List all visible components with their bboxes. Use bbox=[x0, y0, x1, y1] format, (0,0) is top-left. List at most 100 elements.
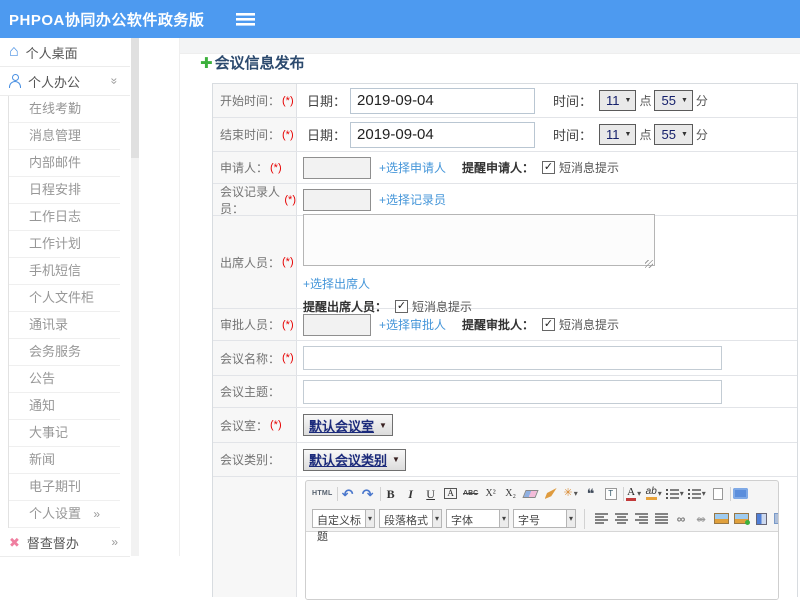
choose-applicant-link[interactable]: +选择申请人 bbox=[379, 159, 446, 176]
redo-icon[interactable]: ↷ bbox=[359, 484, 377, 504]
autotypeset-icon[interactable]: ✳ bbox=[562, 484, 580, 504]
sidebar-item-personal-cabinet[interactable]: 个人文件柜 bbox=[9, 285, 120, 312]
sidebar-item-mobile-sms[interactable]: 手机短信 bbox=[9, 258, 120, 285]
sidebar-item-news[interactable]: 新闻 bbox=[9, 447, 120, 474]
ordered-list-icon[interactable] bbox=[665, 484, 685, 504]
font-family-select[interactable]: 字体 bbox=[446, 509, 509, 528]
sidebar-item-supervision[interactable]: ✖ 督查督办 » bbox=[0, 528, 130, 557]
custom-title-select[interactable]: 自定义标题 bbox=[312, 509, 375, 528]
approver-label: 审批人员： bbox=[220, 316, 280, 333]
sidebar-scrollbar-thumb[interactable] bbox=[131, 38, 139, 158]
align-right-icon[interactable] bbox=[632, 509, 650, 529]
attendees-textarea[interactable] bbox=[303, 214, 655, 266]
underline-icon[interactable]: U bbox=[422, 484, 440, 504]
sidebar-item-work-log[interactable]: 工作日志 bbox=[9, 204, 120, 231]
font-size-select[interactable]: 字号 bbox=[513, 509, 576, 528]
hamburger-icon[interactable] bbox=[236, 13, 255, 26]
recorder-input[interactable] bbox=[303, 189, 371, 211]
required-mark: (*) bbox=[270, 419, 282, 431]
row-meeting-topic: 会议主题： bbox=[213, 376, 797, 408]
main-content: ✚ 会议信息发布 开始时间： (*) 日期： 时间： 11 点 55 分 bbox=[180, 38, 800, 556]
bold-icon[interactable]: B bbox=[382, 484, 400, 504]
sidebar-item-online-attendance[interactable]: 在线考勤 bbox=[9, 96, 120, 123]
font-border-icon[interactable]: A bbox=[442, 484, 460, 504]
sidebar-item-internal-mail[interactable]: 内部邮件 bbox=[9, 150, 120, 177]
image-icon[interactable] bbox=[712, 509, 730, 529]
subscript-icon[interactable]: X₂ bbox=[502, 484, 520, 504]
insert-image-icon[interactable] bbox=[732, 509, 750, 529]
time-label: 时间： bbox=[553, 91, 592, 110]
applicant-label: 申请人： bbox=[220, 159, 268, 176]
blockquote-icon[interactable]: ❝ bbox=[582, 484, 600, 504]
row-end-time: 结束时间： (*) 日期： 时间： 11 点 55 分 bbox=[213, 118, 797, 152]
italic-icon[interactable]: I bbox=[402, 484, 420, 504]
meeting-room-select[interactable]: 默认会议室 bbox=[303, 414, 393, 436]
sidebar-item-contacts[interactable]: 通讯录 bbox=[9, 312, 120, 339]
choose-recorder-link[interactable]: +选择记录员 bbox=[379, 191, 446, 208]
row-recorder: 会议记录人员： (*) +选择记录员 bbox=[213, 184, 797, 216]
required-mark: (*) bbox=[282, 95, 294, 107]
sidebar-item-notice[interactable]: 通知 bbox=[9, 393, 120, 420]
editor-toolbar-selects: 自定义标题 段落格式 字体 bbox=[310, 509, 578, 528]
meeting-name-label: 会议名称： bbox=[220, 350, 280, 367]
source-html-button[interactable]: HTML bbox=[311, 484, 334, 504]
eraser-icon[interactable] bbox=[522, 484, 540, 504]
sidebar-item-schedule[interactable]: 日程安排 bbox=[9, 177, 120, 204]
superscript-icon[interactable]: X² bbox=[482, 484, 500, 504]
meeting-topic-input[interactable] bbox=[303, 380, 722, 404]
meeting-name-input[interactable] bbox=[303, 346, 722, 370]
meeting-category-select[interactable]: 默认会议类别 bbox=[303, 449, 406, 471]
sidebar-item-personal-settings[interactable]: 个人设置 » bbox=[9, 501, 120, 528]
unordered-list-icon[interactable] bbox=[687, 484, 707, 504]
highlight-icon[interactable]: ab bbox=[645, 484, 663, 504]
sidebar-item-personal-office[interactable]: 个人办公 » bbox=[0, 67, 130, 96]
end-hour-select[interactable]: 11 bbox=[599, 124, 636, 145]
end-date-input[interactable] bbox=[350, 122, 535, 148]
align-justify-icon[interactable] bbox=[652, 509, 670, 529]
select-arrow-icon bbox=[432, 510, 441, 527]
sidebar-item-work-plan[interactable]: 工作计划 bbox=[9, 231, 120, 258]
media-icon[interactable] bbox=[752, 509, 770, 529]
approver-input[interactable] bbox=[303, 314, 371, 336]
remind-approver-label: 提醒审批人： bbox=[462, 316, 534, 333]
sidebar-item-e-journal[interactable]: 电子期刊 bbox=[9, 474, 120, 501]
choose-attendees-link[interactable]: +选择出席人 bbox=[303, 277, 370, 291]
align-left-icon[interactable] bbox=[592, 509, 610, 529]
applicant-sms-checkbox[interactable] bbox=[542, 161, 555, 174]
sidebar-scrollbar[interactable] bbox=[131, 38, 139, 556]
fullscreen-icon[interactable] bbox=[732, 484, 750, 504]
applicant-input[interactable] bbox=[303, 157, 371, 179]
chevron-down-icon: » bbox=[108, 78, 122, 85]
date-label: 日期： bbox=[307, 125, 346, 144]
meeting-category-label: 会议类别： bbox=[220, 451, 280, 468]
page-head: ✚ 会议信息发布 bbox=[200, 52, 305, 73]
strikethrough-icon[interactable]: ABC bbox=[462, 484, 480, 504]
undo-icon[interactable]: ↶ bbox=[339, 484, 357, 504]
paste-text-icon[interactable]: T bbox=[602, 484, 620, 504]
start-minute-select[interactable]: 55 bbox=[654, 90, 692, 111]
chevron-right-icon: » bbox=[93, 501, 100, 527]
table-icon[interactable] bbox=[772, 509, 779, 529]
choose-approver-link[interactable]: +选择审批人 bbox=[379, 316, 446, 333]
paragraph-format-select[interactable]: 段落格式 bbox=[379, 509, 442, 528]
link-icon[interactable]: ∞ bbox=[672, 509, 690, 529]
sidebar-item-message-management[interactable]: 消息管理 bbox=[9, 123, 120, 150]
editor-content-area[interactable] bbox=[306, 531, 778, 599]
unlink-icon[interactable]: ∞ bbox=[692, 509, 710, 529]
date-label: 日期： bbox=[307, 91, 346, 110]
recorder-label: 会议记录人员： bbox=[220, 183, 282, 217]
sidebar-item-personal-desktop[interactable]: ⌂ 个人桌面 bbox=[0, 38, 130, 67]
approver-sms-checkbox[interactable] bbox=[542, 318, 555, 331]
sidebar-item-meeting-service[interactable]: 会务服务 bbox=[9, 339, 120, 366]
end-minute-select[interactable]: 55 bbox=[654, 124, 692, 145]
font-color-icon[interactable]: A bbox=[625, 484, 643, 504]
align-center-icon[interactable] bbox=[612, 509, 630, 529]
new-page-icon[interactable] bbox=[709, 484, 727, 504]
start-hour-select[interactable]: 11 bbox=[599, 90, 636, 111]
sidebar-item-memorabilia[interactable]: 大事记 bbox=[9, 420, 120, 447]
sidebar-item-announcement[interactable]: 公告 bbox=[9, 366, 120, 393]
select-arrow-icon bbox=[365, 510, 374, 527]
end-time-label: 结束时间： bbox=[220, 126, 280, 143]
start-date-input[interactable] bbox=[350, 88, 535, 114]
format-brush-icon[interactable] bbox=[542, 484, 560, 504]
